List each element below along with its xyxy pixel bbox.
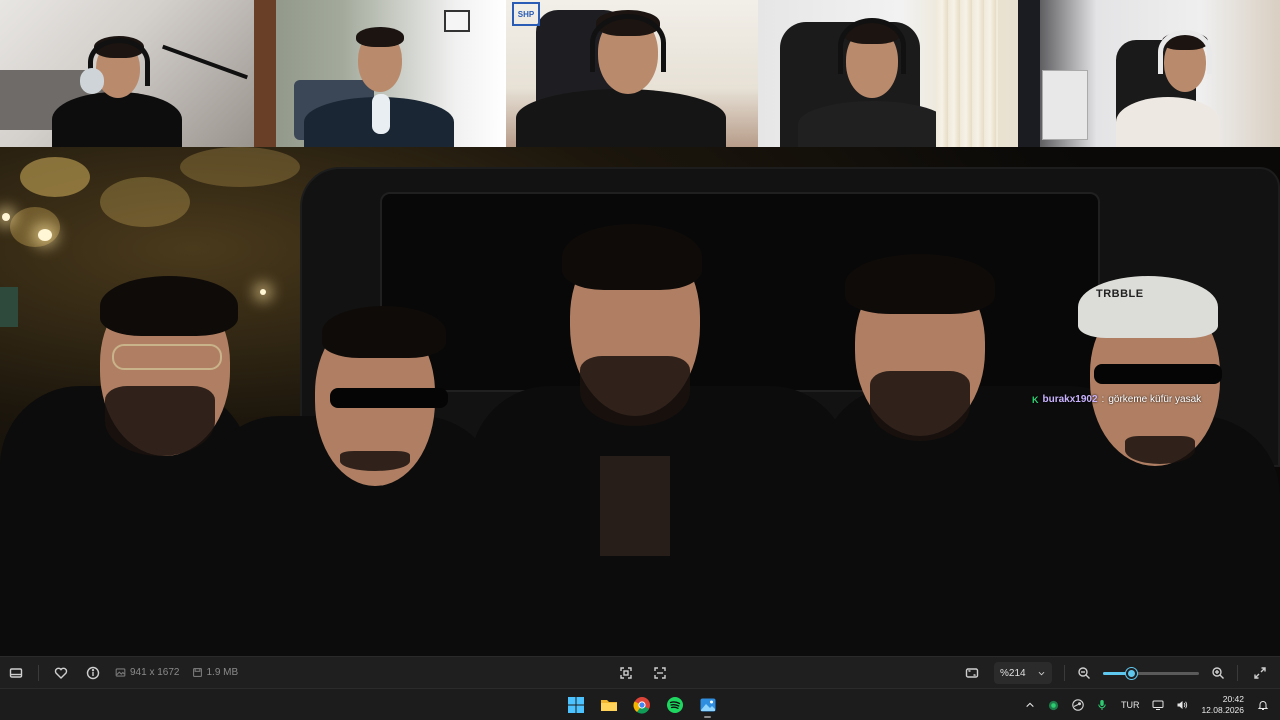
- microphone-icon[interactable]: [1091, 689, 1113, 720]
- scan-icon[interactable]: [644, 657, 676, 689]
- fullscreen-icon[interactable]: [1244, 657, 1276, 689]
- image-dimensions: 941 x 1672: [115, 667, 180, 678]
- filmstrip-icon[interactable]: [0, 657, 32, 689]
- chat-badge: K: [1032, 394, 1039, 405]
- image-icon: [115, 668, 126, 677]
- info-icon[interactable]: [77, 657, 109, 689]
- file-size-text: 1.9 MB: [206, 667, 239, 678]
- heart-icon[interactable]: [45, 657, 77, 689]
- notification-icon[interactable]: [1252, 689, 1274, 720]
- zoom-slider-handle[interactable]: [1126, 668, 1137, 679]
- windows-start-icon[interactable]: [562, 691, 589, 719]
- language-text: TUR: [1120, 700, 1140, 710]
- steam-icon[interactable]: [1067, 689, 1089, 720]
- security-tray-icon[interactable]: [1043, 689, 1065, 720]
- webcam-feed: [1018, 0, 1280, 147]
- file-explorer-icon[interactable]: [595, 691, 622, 719]
- clock-time: 20:42: [1222, 694, 1244, 704]
- webcam-feed: [0, 0, 254, 147]
- cap-logo-text: TRBBLE: [1096, 288, 1144, 300]
- chat-message: K burakx1902 : görkeme küfür yasak: [1032, 394, 1201, 405]
- dimensions-text: 941 x 1672: [130, 667, 180, 678]
- webcam-strip: SHP: [0, 0, 1280, 147]
- toolbar-divider: [38, 664, 39, 681]
- zoom-in-icon[interactable]: [1205, 657, 1231, 689]
- webcam-feed: [254, 0, 506, 147]
- person: [470, 196, 850, 656]
- clock[interactable]: 20:42 12.08.2026: [1195, 694, 1250, 716]
- screen: SHP TRBBLE K burakx1902: görkeme küfür …: [0, 0, 1280, 720]
- fit-screen-icon[interactable]: [610, 657, 642, 689]
- zoom-slider[interactable]: [1103, 664, 1199, 682]
- toolbar-divider: [1237, 665, 1238, 681]
- webcam-feed: SHP: [506, 0, 758, 147]
- viewer-toolbar: 941 x 1672 1.9 MB %214: [0, 656, 1280, 688]
- cap: TRBBLE: [1078, 276, 1218, 338]
- person: [200, 276, 500, 656]
- chrome-icon[interactable]: [628, 691, 655, 719]
- chevron-down-icon: [1038, 671, 1045, 675]
- aspect-icon[interactable]: [956, 657, 988, 689]
- chat-separator: :: [1101, 394, 1105, 405]
- taskbar: TUR 20:42 12.08.2026: [0, 688, 1280, 720]
- chevron-up-icon[interactable]: [1019, 689, 1041, 720]
- file-size: 1.9 MB: [192, 667, 239, 678]
- zoom-level-select[interactable]: %214: [994, 662, 1052, 684]
- monitor-icon[interactable]: [1147, 689, 1169, 720]
- photos-icon[interactable]: [694, 691, 721, 719]
- clock-date: 12.08.2026: [1201, 705, 1244, 715]
- webcam-feed: [758, 0, 1018, 147]
- toolbar-divider: [1064, 665, 1065, 681]
- keyboard-language[interactable]: TUR: [1115, 689, 1146, 720]
- chat-username: burakx1902: [1042, 394, 1098, 405]
- volume-icon[interactable]: [1171, 689, 1193, 720]
- disk-icon: [192, 668, 202, 677]
- person: TRBBLE: [1050, 256, 1280, 656]
- chat-text: görkeme küfür yasak: [1108, 394, 1202, 405]
- zoom-level-text: %214: [1000, 667, 1026, 679]
- spotify-icon[interactable]: [661, 691, 688, 719]
- zoom-out-icon[interactable]: [1071, 657, 1097, 689]
